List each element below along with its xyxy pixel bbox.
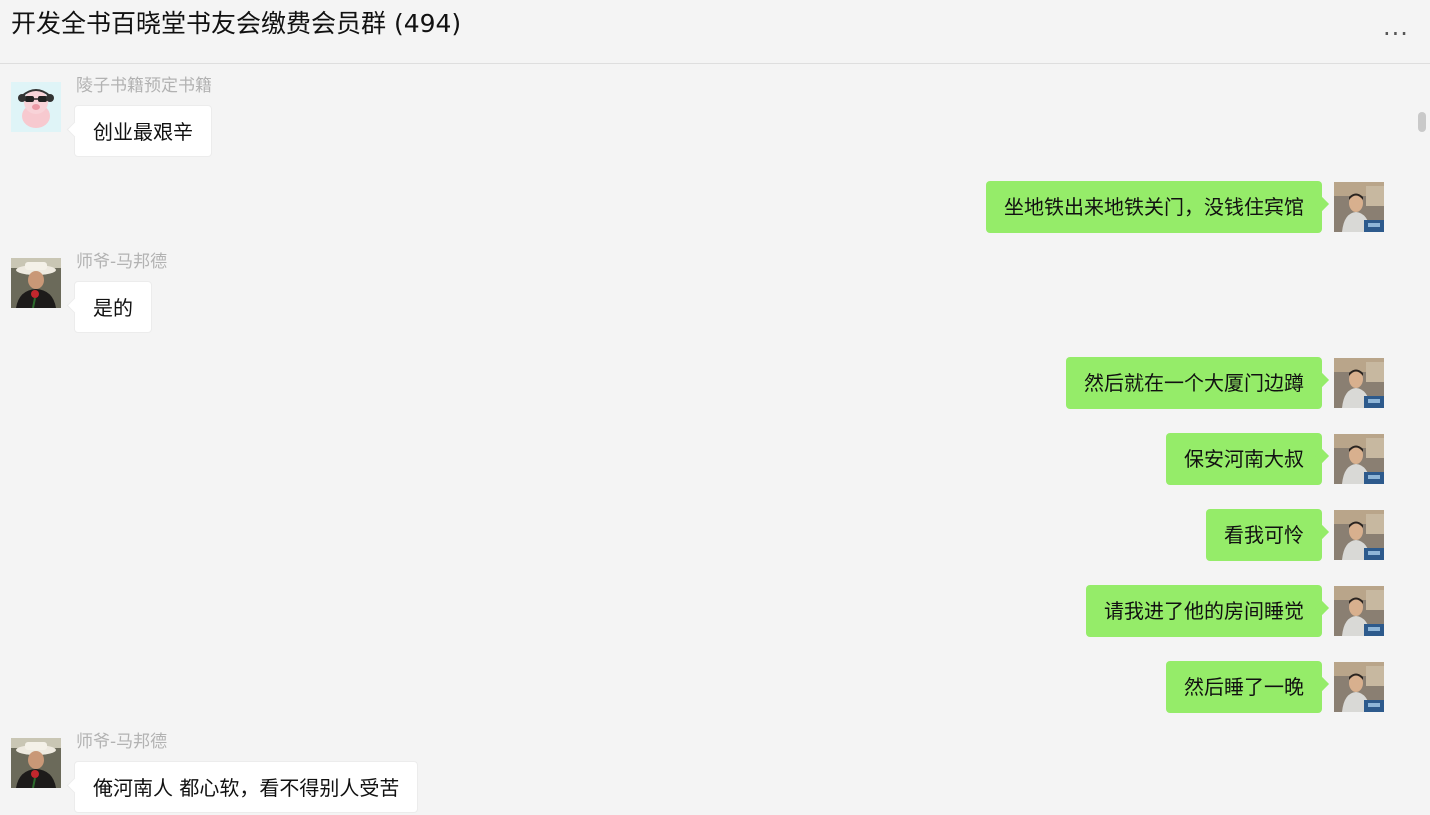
scrollbar-thumb[interactable] xyxy=(1418,112,1426,132)
message-bubble[interactable]: 保安河南大叔 xyxy=(1166,433,1322,485)
message-list[interactable]: 陵子书籍预定书籍 创业最艰辛 坐地铁出来地铁关门，没钱住宾馆 师爷-马邦德 是的… xyxy=(0,64,1430,815)
hat-avatar[interactable] xyxy=(11,258,61,308)
message-bubble[interactable]: 创业最艰辛 xyxy=(74,105,212,157)
hat-avatar[interactable] xyxy=(11,738,61,788)
message-bubble[interactable]: 是的 xyxy=(74,281,152,333)
sender-name: 师爷-马邦德 xyxy=(76,252,168,272)
self-avatar[interactable] xyxy=(1334,510,1384,560)
message-bubble[interactable]: 然后就在一个大厦门边蹲 xyxy=(1066,357,1322,409)
self-avatar[interactable] xyxy=(1334,662,1384,712)
self-avatar[interactable] xyxy=(1334,182,1384,232)
chat-window: 开发全书百晓堂书友会缴费会员群 (494) ··· 陵子书籍预定书籍 创业最艰辛… xyxy=(0,0,1430,815)
message-bubble[interactable]: 看我可怜 xyxy=(1206,509,1322,561)
more-horizontal-icon[interactable]: ··· xyxy=(1378,22,1414,46)
sender-name: 陵子书籍预定书籍 xyxy=(76,76,212,96)
sender-name: 师爷-马邦德 xyxy=(76,732,168,752)
message-bubble[interactable]: 坐地铁出来地铁关门，没钱住宾馆 xyxy=(986,181,1322,233)
pig-avatar[interactable] xyxy=(11,82,61,132)
message-bubble[interactable]: 俺河南人 都心软，看不得别人受苦 xyxy=(74,761,419,813)
message-bubble[interactable]: 请我进了他的房间睡觉 xyxy=(1086,585,1322,637)
message-bubble[interactable]: 然后睡了一晚 xyxy=(1166,661,1322,713)
self-avatar[interactable] xyxy=(1334,586,1384,636)
chat-header: 开发全书百晓堂书友会缴费会员群 (494) ··· xyxy=(0,0,1430,64)
self-avatar[interactable] xyxy=(1334,358,1384,408)
group-title: 开发全书百晓堂书友会缴费会员群 (494) xyxy=(11,9,462,38)
self-avatar[interactable] xyxy=(1334,434,1384,484)
